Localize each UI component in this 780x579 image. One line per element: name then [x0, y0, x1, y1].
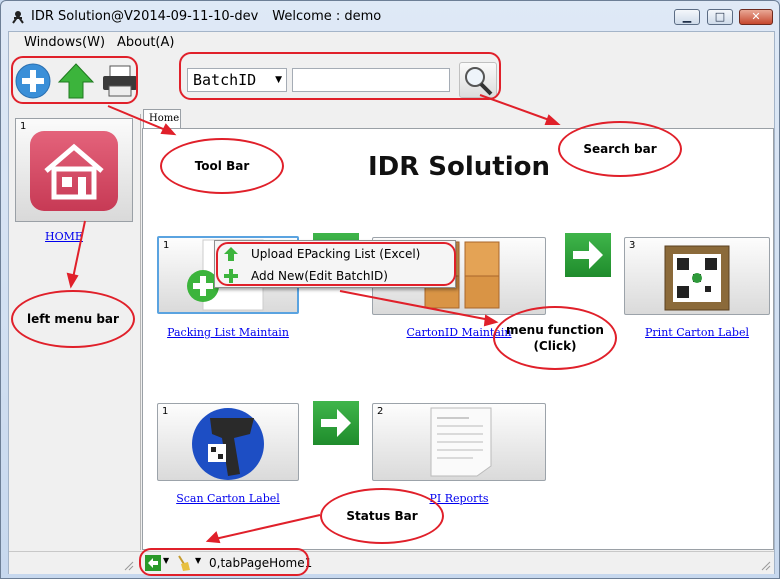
- title-bar[interactable]: IDR Solution@V2014-09-11-10-dev Welcome :…: [1, 1, 779, 31]
- qr-label-icon: [664, 245, 730, 311]
- left-menu-bar-callout-label: left menu bar: [27, 312, 119, 326]
- maximize-icon: □: [714, 10, 726, 23]
- tile-number: 3: [629, 240, 636, 251]
- tool-bar-callout-label: Tool Bar: [194, 159, 250, 173]
- tile-number: 1: [162, 406, 169, 417]
- status-bar: ▼ ▼ 0,tabPageHome1: [9, 551, 774, 574]
- search-bar-callout-label: Search bar: [583, 142, 657, 156]
- tile-scan-label[interactable]: 1: [157, 403, 299, 481]
- maximize-button[interactable]: □: [707, 9, 733, 25]
- status-bar-callout: Status Bar: [320, 488, 444, 544]
- minimize-icon: ▁: [682, 10, 692, 23]
- tile-pi-reports[interactable]: 2: [372, 403, 546, 481]
- toolbar-callout-box: [11, 56, 138, 104]
- window-title: IDR Solution@V2014-09-11-10-dev Welcome :…: [31, 9, 381, 24]
- tile-number: 1: [163, 240, 170, 251]
- menu-bar: Windows(W) About(A): [9, 32, 774, 54]
- menu-function-callout: menu function (Click): [493, 306, 617, 370]
- resize-grip-icon: [124, 561, 134, 571]
- menu-windows[interactable]: Windows(W): [24, 35, 105, 50]
- tab-home-label: Home: [149, 113, 180, 124]
- arrow-right-icon: [565, 233, 611, 277]
- menu-about[interactable]: About(A): [117, 35, 174, 50]
- home-link[interactable]: HOME: [9, 230, 119, 243]
- left-menu-bar-callout: left menu bar: [11, 290, 135, 348]
- menu-function-callout-label: menu function (Click): [495, 322, 615, 354]
- home-tile[interactable]: 1: [15, 118, 133, 222]
- resize-grip-icon[interactable]: [761, 561, 771, 571]
- welcome-text: Welcome : demo: [272, 9, 382, 24]
- close-icon: ✕: [751, 10, 761, 23]
- tab-home[interactable]: Home: [143, 109, 181, 129]
- context-menu-callout-box: [216, 242, 456, 286]
- close-button[interactable]: ✕: [739, 9, 773, 25]
- searchbar-callout-box: [179, 52, 501, 100]
- link-scan-label[interactable]: Scan Carton Label: [148, 492, 308, 505]
- house-icon: [30, 131, 118, 211]
- home-tile-number: 1: [20, 121, 27, 132]
- window-title-text: IDR Solution@V2014-09-11-10-dev: [31, 9, 259, 24]
- link-packing-list[interactable]: Packing List Maintain: [148, 326, 308, 339]
- tool-bar-callout: Tool Bar: [160, 138, 284, 194]
- arrow-right-icon: [313, 401, 359, 445]
- report-document-icon: [430, 407, 492, 477]
- status-bar-callout-label: Status Bar: [346, 509, 418, 523]
- minimize-button[interactable]: ▁: [674, 9, 700, 25]
- app-logo-icon: [12, 11, 24, 24]
- statusbar-callout-box: [139, 548, 309, 576]
- barcode-scanner-icon: [192, 408, 264, 480]
- tab-strip: Home: [142, 107, 774, 129]
- tile-number: 2: [377, 406, 384, 417]
- menu-function-line-1: menu function: [506, 323, 604, 337]
- menu-function-line-2: (Click): [533, 339, 577, 353]
- link-print-label[interactable]: Print Carton Label: [617, 326, 777, 339]
- search-bar-callout: Search bar: [558, 121, 682, 177]
- tile-print-label[interactable]: 3: [624, 237, 770, 315]
